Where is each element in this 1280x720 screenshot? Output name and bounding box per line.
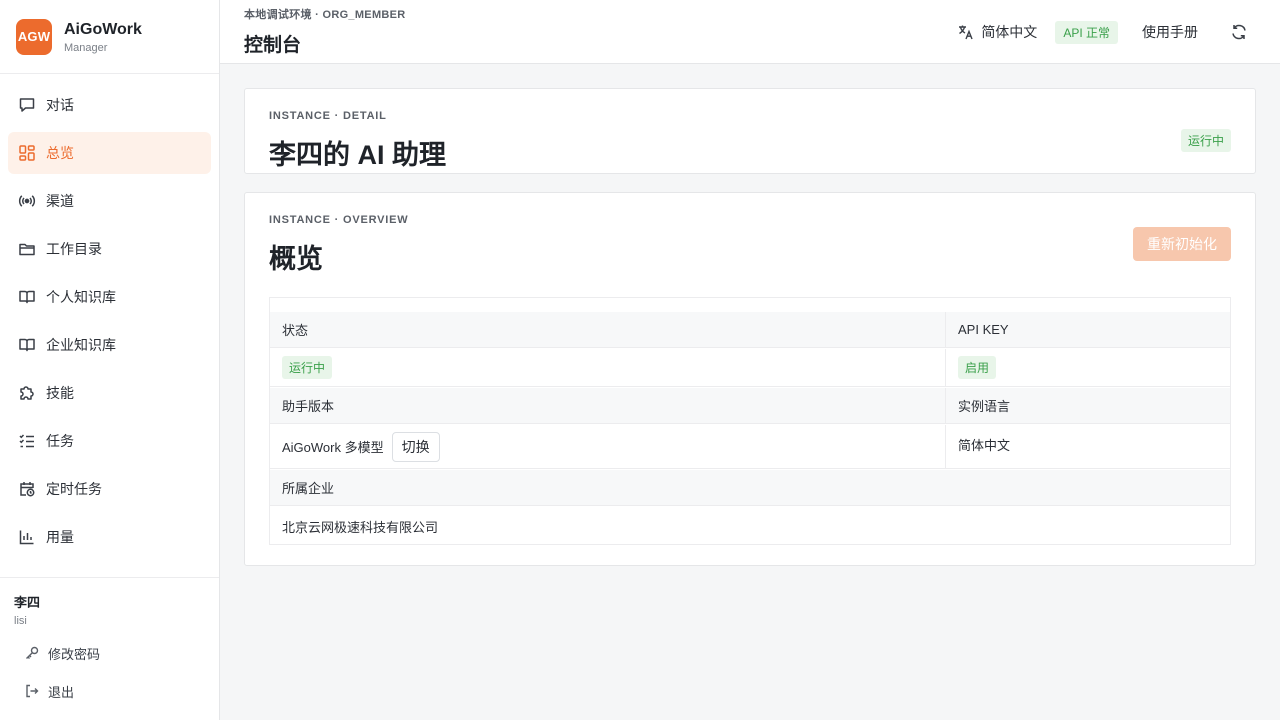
user-name: 李四 — [14, 595, 41, 610]
logout-label: 退出 — [48, 684, 75, 700]
sidebar-item-enterprise-kb[interactable]: 企业知识库 — [8, 324, 211, 366]
checklist-icon — [18, 432, 36, 450]
instance-status-badge: 运行中 — [1180, 129, 1231, 152]
change-password-button[interactable]: 修改密码 — [14, 641, 219, 665]
sidebar-item-workdir[interactable]: 工作目录 — [8, 228, 211, 270]
company-value: 北京云网极速科技有限公司 — [282, 519, 439, 535]
instance-title: 李四的 AI 助理 — [269, 140, 447, 170]
language-label-cell: 实例语言 — [958, 399, 1011, 414]
overview-title: 概览 — [269, 244, 323, 274]
sidebar-item-chat[interactable]: 对话 — [8, 84, 211, 126]
change-password-label: 修改密码 — [48, 646, 101, 662]
chat-icon — [18, 96, 36, 114]
top-header: 本地调试环境 · ORG_MEMBER 控制台 简体中文 API 正常 使用手册 — [220, 0, 1280, 64]
company-label: 所属企业 — [282, 481, 335, 496]
table-row: 助手版本 实例语言 — [270, 388, 1230, 424]
version-value: AiGoWork 多模型 — [282, 440, 384, 455]
sidebar-nav: 对话 总览 渠道 工作目录 个人知识库 企业知识库 技能 任务 定时任务 用量 — [0, 74, 219, 558]
book-icon — [18, 288, 36, 306]
puzzle-icon — [18, 384, 36, 402]
app-name: AiGoWork — [64, 20, 142, 38]
sidebar-item-label: 企业知识库 — [46, 337, 116, 353]
dashboard-icon — [18, 144, 36, 162]
sidebar-item-label: 技能 — [46, 385, 74, 401]
language-label: 简体中文 — [981, 24, 1038, 40]
version-label: 助手版本 — [270, 388, 946, 423]
sidebar-item-overview[interactable]: 总览 — [8, 132, 211, 174]
sidebar-item-label: 工作目录 — [46, 241, 102, 257]
language-value: 简体中文 — [958, 438, 1011, 453]
user-manual-link[interactable]: 使用手册 — [1142, 22, 1198, 42]
status-label: 状态 — [270, 312, 946, 347]
translate-icon — [957, 23, 975, 41]
table-row: AiGoWork 多模型 切换 简体中文 — [270, 425, 1230, 469]
reinitialize-button[interactable]: 重新初始化 — [1133, 227, 1231, 261]
sidebar: AGW AiGoWork Manager 对话 总览 渠道 工作目录 个人知识库… — [0, 0, 220, 720]
bar-chart-icon — [18, 528, 36, 546]
key-icon — [24, 645, 40, 661]
apikey-value-badge: 启用 — [958, 356, 997, 379]
user-panel: 李四 lisi 修改密码 退出 — [0, 577, 219, 720]
refresh-icon[interactable] — [1230, 23, 1248, 41]
sidebar-item-label: 个人知识库 — [46, 289, 116, 305]
table-row: 运行中 启用 — [270, 349, 1230, 387]
language-switcher[interactable]: 简体中文 — [957, 22, 1037, 42]
detail-eyebrow: INSTANCE · DETAIL — [269, 110, 387, 122]
calendar-clock-icon — [18, 480, 36, 498]
overview-eyebrow: INSTANCE · OVERVIEW — [269, 214, 409, 226]
broadcast-icon — [18, 192, 36, 210]
folder-icon — [18, 240, 36, 258]
sidebar-item-personal-kb[interactable]: 个人知识库 — [8, 276, 211, 318]
apikey-label: API KEY — [958, 322, 1009, 337]
sidebar-item-label: 对话 — [46, 97, 74, 113]
sidebar-item-channels[interactable]: 渠道 — [8, 180, 211, 222]
sidebar-item-label: 总览 — [46, 145, 74, 161]
sidebar-item-scheduled-tasks[interactable]: 定时任务 — [8, 468, 211, 510]
switch-version-button[interactable]: 切换 — [391, 431, 440, 462]
instance-detail-card: INSTANCE · DETAIL 李四的 AI 助理 运行中 — [244, 88, 1256, 174]
page-title: 控制台 — [244, 35, 302, 56]
table-row: 北京云网极速科技有限公司 — [270, 507, 1230, 545]
sidebar-item-label: 用量 — [46, 529, 74, 545]
sidebar-item-usage[interactable]: 用量 — [8, 516, 211, 558]
logout-button[interactable]: 退出 — [14, 679, 219, 703]
api-status-badge: API 正常 — [1055, 20, 1118, 44]
table-row: 状态 API KEY — [270, 312, 1230, 348]
app-role: Manager — [64, 41, 108, 54]
table-row: 所属企业 — [270, 470, 1230, 506]
sidebar-item-label: 渠道 — [46, 193, 74, 209]
sidebar-item-label: 任务 — [46, 433, 74, 449]
book-icon — [18, 336, 36, 354]
logout-icon — [24, 683, 40, 699]
status-value-badge: 运行中 — [282, 356, 333, 379]
overview-table: 状态 API KEY 运行中 启用 助手版本 实例语言 AiGoWork 多模型… — [269, 297, 1231, 545]
user-login: lisi — [14, 615, 27, 627]
sidebar-item-tasks[interactable]: 任务 — [8, 420, 211, 462]
sidebar-item-label: 定时任务 — [46, 481, 102, 497]
instance-overview-card: INSTANCE · OVERVIEW 概览 重新初始化 状态 API KEY … — [244, 192, 1256, 566]
app-logo: AGW — [16, 18, 52, 55]
environment-label: 本地调试环境 · ORG_MEMBER — [244, 9, 406, 21]
brand-header: AGW AiGoWork Manager — [0, 0, 219, 74]
sidebar-item-skills[interactable]: 技能 — [8, 372, 211, 414]
